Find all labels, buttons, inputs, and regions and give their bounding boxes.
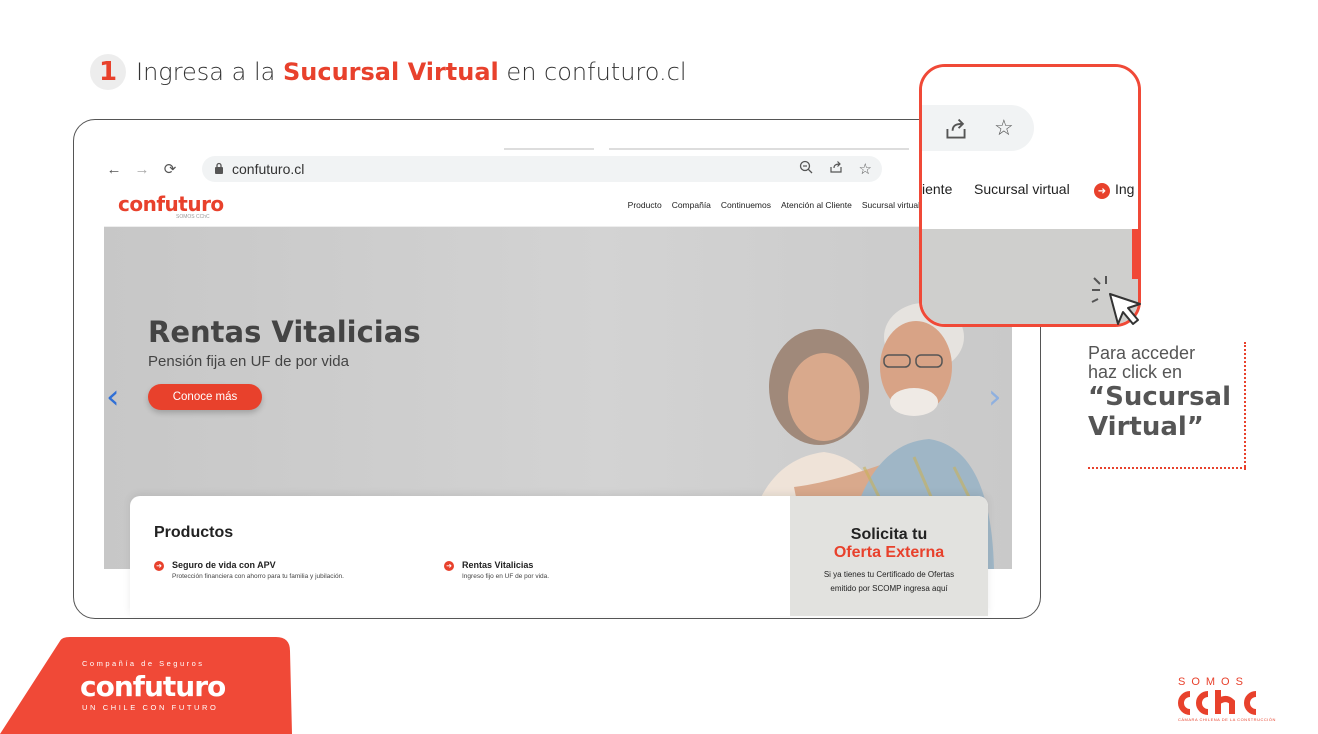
footer-brand: confuturo	[80, 670, 226, 703]
menu-item-producto[interactable]: Producto	[628, 200, 662, 210]
site-header: confuturo SOMOS CChC Producto Compañía C…	[104, 188, 984, 227]
site-logo-sub: SOMOS CChC	[176, 214, 210, 220]
footer-company-small: Compañía de Seguros	[82, 659, 205, 668]
product-name: Rentas Vitalicias	[462, 560, 534, 570]
zoom-icon[interactable]	[799, 160, 813, 178]
offer-line3: Si ya tienes tu Certificado de Ofertas	[823, 570, 955, 579]
step-highlight: Sucursal Virtual	[283, 58, 499, 86]
browser-screenshot-frame: ← → ⟳ confuturo.cl ☆ confuturo SOMOS CCh…	[73, 119, 1041, 619]
offer-box[interactable]: Solicita tu Oferta Externa Si ya tienes …	[790, 496, 988, 616]
hero-subtitle: Pensión fija en UF de por vida	[148, 353, 349, 370]
footer-tagline: UN CHILE CON FUTURO	[82, 703, 219, 712]
product-name: Seguro de vida con APV	[172, 560, 276, 570]
step-prefix: Ingresa a la	[136, 58, 276, 86]
share-icon[interactable]	[829, 160, 843, 178]
address-bar[interactable]: confuturo.cl ☆	[202, 156, 882, 182]
zoom-menu-partial: iente	[922, 181, 953, 197]
menu-item-atencion[interactable]: Atención al Cliente	[781, 200, 852, 210]
lock-icon	[214, 162, 224, 177]
zoom-menu-next: Ing	[1115, 181, 1135, 197]
carousel-prev-icon[interactable]: ‹	[106, 377, 120, 417]
browser-toolbar: ← → ⟳ confuturo.cl ☆	[104, 156, 984, 182]
dotted-border-vertical	[1244, 342, 1246, 470]
forward-icon[interactable]: →	[132, 161, 152, 178]
somos-text: SOMOS	[1178, 676, 1249, 688]
note-line1: Para acceder	[1088, 343, 1196, 363]
tab-divider	[609, 148, 909, 150]
hero-title: Rentas Vitalicias	[148, 315, 421, 349]
instruction-note: Para acceder haz click en “Sucursal Virt…	[1088, 343, 1248, 443]
note-line4: Virtual”	[1088, 412, 1204, 442]
step-suffix: en confuturo.cl	[506, 58, 687, 86]
menu-item-sucursal-virtual[interactable]: Sucursal virtual	[862, 200, 920, 210]
product-desc: Ingreso fijo en UF de por vida.	[462, 573, 550, 580]
conoce-mas-button[interactable]: Conoce más	[148, 384, 262, 410]
zoom-top	[922, 67, 1138, 97]
note-line3: “Sucursal	[1088, 382, 1231, 412]
cchc-subtitle: CÁMARA CHILENA DE LA CONSTRUCCIÓN	[1178, 717, 1276, 722]
offer-line2: Oferta Externa	[833, 544, 945, 561]
arrow-circle-icon: ➜	[1094, 183, 1110, 199]
menu-item-continuemos[interactable]: Continuemos	[721, 200, 771, 210]
url-text: confuturo.cl	[232, 161, 305, 177]
click-cursor-icon	[1091, 276, 1141, 325]
star-icon[interactable]: ☆	[994, 115, 1014, 141]
site-logo[interactable]: confuturo	[118, 192, 224, 216]
step-number: 1	[90, 54, 126, 90]
step-text: Ingresa a la Sucursal Virtual en confutu…	[136, 58, 687, 86]
offer-line1: Solicita tu	[850, 526, 928, 543]
step-heading: 1 Ingresa a la Sucursal Virtual en confu…	[90, 54, 687, 90]
cchc-logo	[1178, 690, 1257, 715]
offer-line4: emitido por SCOMP ingresa aquí	[830, 584, 948, 593]
products-panel: Productos ➜ Seguro de vida con APV Prote…	[130, 496, 988, 616]
note-line2: haz click en	[1088, 362, 1183, 382]
product-desc: Protección financiera con ahorro para tu…	[172, 573, 344, 580]
tab-divider	[504, 148, 594, 150]
zoom-toolbar-pill	[922, 105, 1034, 151]
arrow-circle-icon: ➜	[154, 561, 164, 571]
star-icon[interactable]: ☆	[859, 160, 872, 178]
zoom-menu-sucursal-virtual[interactable]: Sucursal virtual	[974, 181, 1070, 197]
menu-item-compania[interactable]: Compañía	[672, 200, 711, 210]
back-icon[interactable]: ←	[104, 161, 124, 178]
carousel-next-icon[interactable]: ›	[988, 377, 1002, 417]
dotted-border-horizontal	[1088, 467, 1246, 469]
arrow-circle-icon: ➜	[444, 561, 454, 571]
products-title: Productos	[154, 524, 234, 541]
reload-icon[interactable]: ⟳	[160, 160, 180, 178]
share-icon[interactable]	[944, 117, 968, 147]
site-menu: Producto Compañía Continuemos Atención a…	[628, 200, 920, 210]
